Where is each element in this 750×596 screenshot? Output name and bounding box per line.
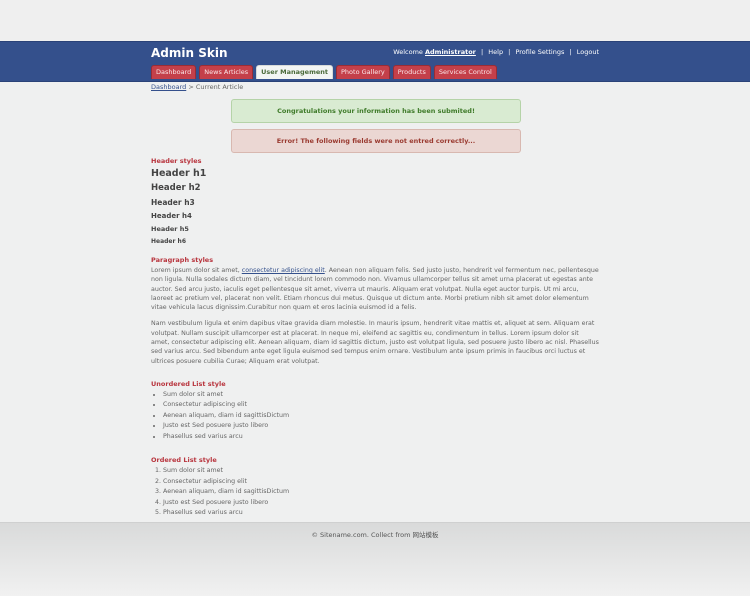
paragraph-link[interactable]: consectetur adipiscing elit <box>242 267 325 274</box>
list-item: Consectetur adipiscing elit <box>163 400 599 411</box>
sample-header-h3: Header h3 <box>151 198 195 207</box>
breadcrumb-dashboard-link[interactable]: Dashboard <box>151 83 186 91</box>
section-title-ordered-list: Ordered List style <box>151 456 217 465</box>
header-bar: Admin Skin Welcome Administrator | Help … <box>0 41 750 82</box>
paragraph-1-start: Lorem ipsum dolor sit amet, <box>151 267 240 274</box>
brand-title: Admin Skin <box>151 46 228 60</box>
tab-photo-gallery[interactable]: Photo Gallery <box>336 65 390 79</box>
separator: | <box>508 48 511 56</box>
tab-user-management[interactable]: User Management <box>256 65 334 79</box>
breadcrumb: Dashboard > Current Article <box>151 83 243 91</box>
help-link[interactable]: Help <box>488 48 503 56</box>
sample-header-h5: Header h5 <box>151 225 189 233</box>
tab-products[interactable]: Products <box>392 65 431 79</box>
breadcrumb-separator: > <box>188 83 194 91</box>
paragraph-2: Nam vestibulum ligula et enim dapibus vi… <box>151 320 599 365</box>
profile-settings-link[interactable]: Profile Settings <box>515 48 564 56</box>
top-strip <box>0 0 750 41</box>
main-content: Header styles Header h1 Header h2 Header… <box>151 157 599 519</box>
list-item: Phasellus sed varius arcu <box>163 432 599 443</box>
sample-header-h6: Header h6 <box>151 238 186 245</box>
footer-copyright: © Sitename.com. Collect from 网站模板 <box>311 531 439 539</box>
list-item: Aenean aliquam, diam id sagittisDictum <box>163 487 599 498</box>
unordered-list: Sum dolor sit amet Consectetur adipiscin… <box>151 390 599 443</box>
tab-dashboard[interactable]: Dashboard <box>151 65 197 79</box>
list-item: Phasellus sed varius arcu <box>163 508 599 519</box>
list-item: Justo est Sed posuere justo libero <box>163 498 599 509</box>
list-item: Justo est Sed posuere justo libero <box>163 421 599 432</box>
error-message: Error! The following fields were not ent… <box>231 129 521 153</box>
footer: © Sitename.com. Collect from 网站模板 <box>0 522 750 596</box>
logout-link[interactable]: Logout <box>577 48 599 56</box>
list-item: Aenean aliquam, diam id sagittisDictum <box>163 411 599 422</box>
list-item: Sum dolor sit amet <box>163 466 599 477</box>
tab-news-articles[interactable]: News Articles <box>199 65 254 79</box>
section-title-paragraphs: Paragraph styles <box>151 256 214 264</box>
separator: | <box>569 48 572 56</box>
success-message: Congratulations your information has bee… <box>231 99 521 123</box>
user-name-link[interactable]: Administrator <box>425 48 476 56</box>
sample-header-h2: Header h2 <box>151 183 201 193</box>
separator: | <box>480 48 484 56</box>
welcome-text: Welcome <box>393 48 423 56</box>
user-bar: Welcome Administrator | Help | Profile S… <box>393 48 599 56</box>
paragraph-1: Lorem ipsum dolor sit amet, consectetur … <box>151 266 599 312</box>
main-tabs: Dashboard News Articles User Management … <box>151 65 497 79</box>
sample-header-h4: Header h4 <box>151 212 192 220</box>
breadcrumb-current: Current Article <box>195 83 244 91</box>
section-title-headers: Header styles <box>151 157 202 165</box>
section-title-unordered-list: Unordered List style <box>151 379 226 388</box>
list-item: Sum dolor sit amet <box>163 390 599 401</box>
ordered-list: Sum dolor sit amet Consectetur adipiscin… <box>151 466 599 519</box>
sample-header-h1: Header h1 <box>151 168 207 179</box>
list-item: Consectetur adipiscing elit <box>163 477 599 488</box>
tab-services-control[interactable]: Services Control <box>433 65 497 79</box>
